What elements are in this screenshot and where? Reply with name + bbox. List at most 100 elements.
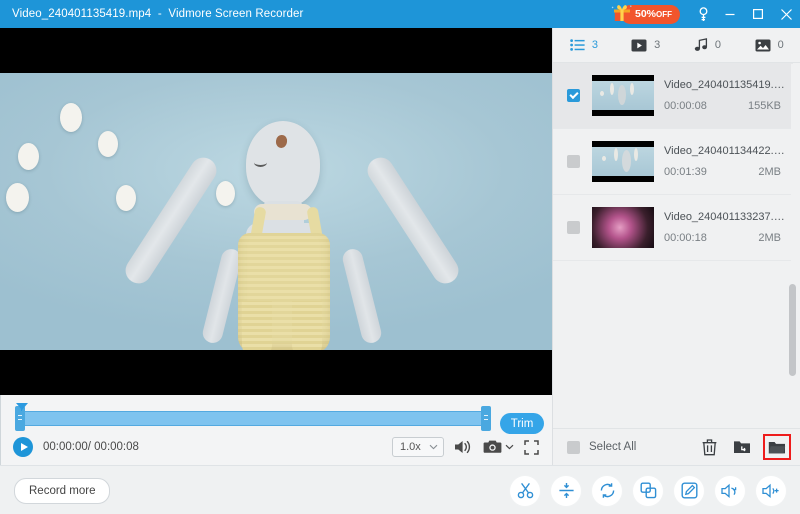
transport-controls: 00:00:00/ 00:00:08 1.0x <box>1 431 553 463</box>
trim-button[interactable]: Trim <box>500 413 544 434</box>
select-all-label: Select All <box>589 441 636 453</box>
decor-egg <box>18 143 39 170</box>
fullscreen-button[interactable] <box>524 440 539 455</box>
file-checkbox[interactable] <box>567 221 580 234</box>
list-item[interactable]: Video_240401133237.mp4 00:00:18 2MB <box>553 195 793 261</box>
tab-image[interactable]: 0 <box>738 28 800 62</box>
scrollbar-thumb[interactable] <box>789 284 796 376</box>
file-name: Video_240401135419.mp4 <box>664 79 793 91</box>
register-key-icon[interactable] <box>690 0 716 28</box>
panel-tabs: 3 3 0 <box>553 28 800 63</box>
file-name: Video_240401133237.mp4 <box>664 211 793 223</box>
time-display: 00:00:00/ 00:00:08 <box>43 441 139 453</box>
record-more-button[interactable]: Record more <box>14 478 110 504</box>
file-thumbnail <box>592 207 654 248</box>
file-meta: Video_240401133237.mp4 00:00:18 2MB <box>664 211 793 244</box>
file-meta: Video_240401134422.mp4 00:01:39 2MB <box>664 145 793 178</box>
tab-audio[interactable]: 0 <box>677 28 739 62</box>
audio-convert-tool-button[interactable] <box>715 476 745 506</box>
volume-boost-tool-button[interactable] <box>756 476 786 506</box>
vidmore-screen-recorder-window: Video_240401135419.mp4 - Vidmore Screen … <box>0 0 800 514</box>
edit-tool-button[interactable] <box>674 476 704 506</box>
compress-tool-button[interactable] <box>551 476 581 506</box>
merge-icon <box>640 482 657 499</box>
scissors-icon <box>517 482 534 499</box>
window-title-file: Video_240401135419.mp4 <box>12 8 151 20</box>
folder-icon <box>768 440 786 455</box>
trim-tool-button[interactable] <box>510 476 540 506</box>
video-icon <box>631 39 647 52</box>
file-size: 155KB <box>748 100 781 112</box>
footer-actions <box>697 434 791 460</box>
file-detail-row: 00:00:08 155KB <box>664 100 793 112</box>
select-all-checkbox[interactable] <box>567 441 580 454</box>
tool-buttons <box>510 476 786 506</box>
convert-tool-button[interactable] <box>592 476 622 506</box>
tab-image-count: 0 <box>778 39 784 51</box>
close-button[interactable] <box>772 0 800 28</box>
playback-speed-select[interactable]: 1.0x <box>392 437 444 457</box>
merge-tool-button[interactable] <box>633 476 663 506</box>
decor-egg <box>6 183 29 212</box>
video-preview[interactable] <box>0 28 552 395</box>
folder-export-icon <box>733 439 751 455</box>
tab-audio-count: 0 <box>715 39 721 51</box>
file-thumbnail <box>592 141 654 182</box>
share-button[interactable] <box>730 435 754 459</box>
titlebar-controls: 50%OFF <box>611 0 800 28</box>
file-duration: 00:00:18 <box>664 232 707 244</box>
trash-icon <box>702 439 717 456</box>
decor-egg <box>116 185 136 211</box>
panel-scrollbar[interactable] <box>791 64 798 428</box>
window-title-separator: - <box>158 8 162 20</box>
video-frame <box>0 73 552 350</box>
tab-video-count: 3 <box>654 39 660 51</box>
open-folder-button[interactable] <box>763 434 791 460</box>
play-button[interactable] <box>13 437 33 457</box>
bunny-eye <box>254 158 267 167</box>
window-title: Video_240401135419.mp4 - Vidmore Screen … <box>12 8 303 20</box>
file-list-panel: 3 3 0 <box>552 28 800 465</box>
tab-all[interactable]: 3 <box>553 28 615 62</box>
image-icon <box>755 39 771 52</box>
chevron-down-icon[interactable] <box>505 444 514 450</box>
file-detail-row: 00:00:18 2MB <box>664 232 793 244</box>
delete-button[interactable] <box>697 435 721 459</box>
promo-button[interactable]: 50%OFF <box>611 4 680 24</box>
maximize-button[interactable] <box>744 0 772 28</box>
minimize-button[interactable] <box>716 0 744 28</box>
file-list[interactable]: Video_240401135419.mp4 00:00:08 155KB <box>553 63 793 428</box>
window-title-app: Vidmore Screen Recorder <box>168 8 303 20</box>
titlebar: Video_240401135419.mp4 - Vidmore Screen … <box>0 0 800 28</box>
list-item[interactable]: Video_240401135419.mp4 00:00:08 155KB <box>553 63 793 129</box>
snapshot-button[interactable] <box>483 439 514 455</box>
gift-icon <box>611 4 633 24</box>
file-size: 2MB <box>758 166 781 178</box>
trim-handle-right[interactable] <box>481 406 491 431</box>
file-name: Video_240401134422.mp4 <box>664 145 793 157</box>
right-transport-controls: 1.0x <box>392 437 539 457</box>
timeline[interactable] <box>1 403 553 433</box>
volume-icon <box>454 439 473 455</box>
file-duration: 00:00:08 <box>664 100 707 112</box>
bunny-leg-right <box>292 301 322 350</box>
file-detail-row: 00:01:39 2MB <box>664 166 793 178</box>
volume-button[interactable] <box>454 439 473 455</box>
tab-all-count: 3 <box>592 39 598 51</box>
promo-percent: 50% <box>635 8 656 20</box>
panel-footer: Select All <box>553 428 800 465</box>
refresh-icon <box>599 482 616 499</box>
speaker-convert-icon <box>721 483 739 499</box>
tab-video[interactable]: 3 <box>615 28 677 62</box>
list-item[interactable]: Video_240401134422.mp4 00:01:39 2MB <box>553 129 793 195</box>
player-controls: 00:00:00/ 00:00:08 1.0x <box>0 395 553 465</box>
play-icon <box>21 443 28 451</box>
file-checkbox[interactable] <box>567 155 580 168</box>
thumbnail-image <box>592 147 654 176</box>
file-checkbox[interactable] <box>567 89 580 102</box>
bunny-leg-left <box>242 301 272 350</box>
file-meta: Video_240401135419.mp4 00:00:08 155KB <box>664 79 793 112</box>
speaker-plus-icon <box>762 483 780 499</box>
playhead-marker[interactable] <box>16 403 28 410</box>
timeline-track[interactable] <box>15 411 485 426</box>
